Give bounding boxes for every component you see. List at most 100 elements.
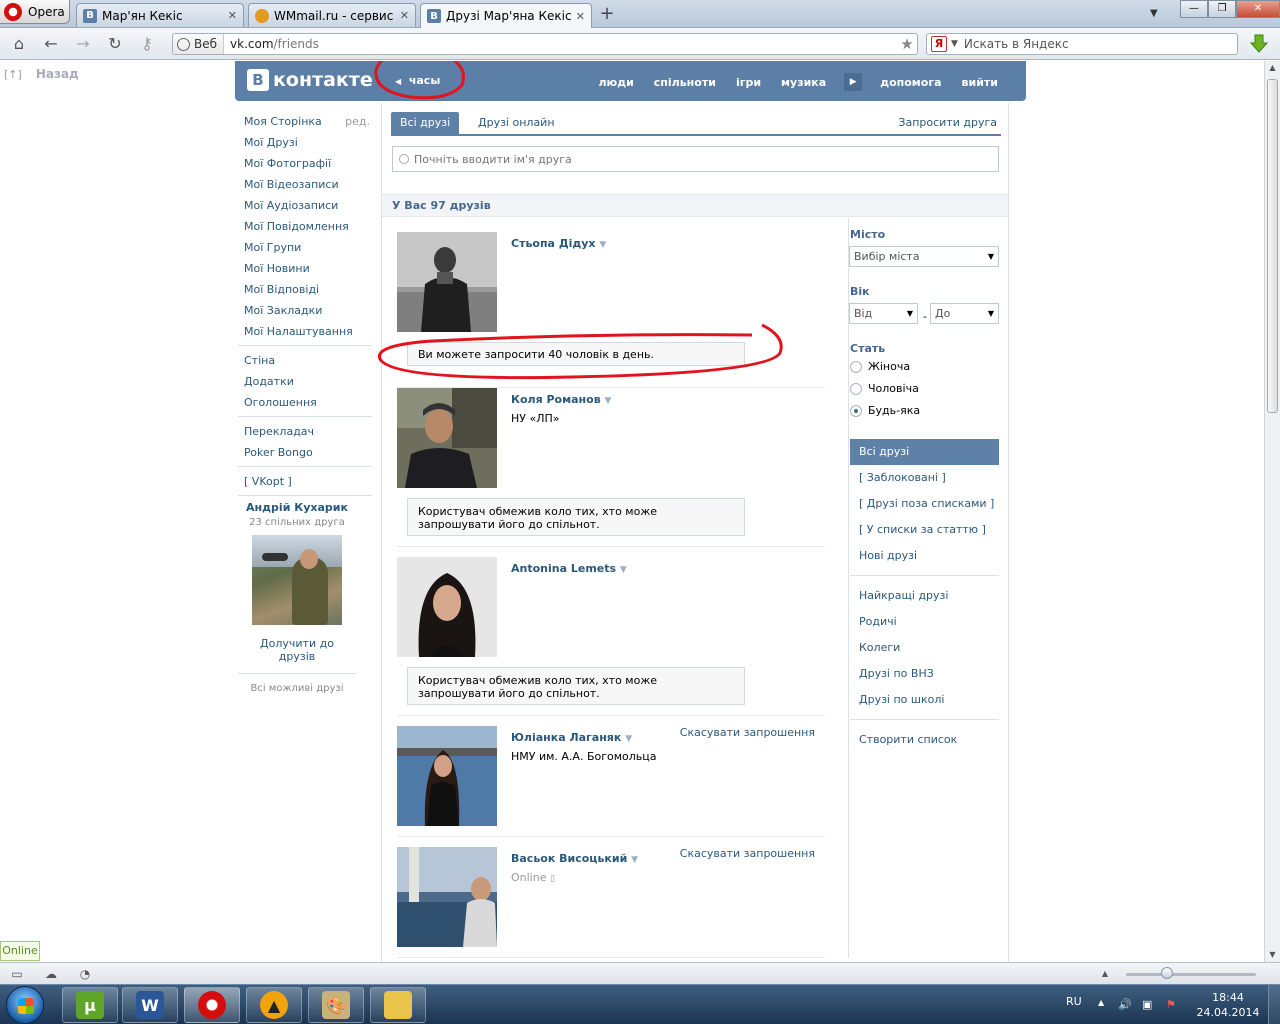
opera-menu-button[interactable]: Opera	[0, 0, 70, 24]
reload-icon[interactable]: ↻	[104, 34, 126, 54]
nav-communities[interactable]: спільноти	[644, 76, 726, 89]
menu-my-messages[interactable]: Мої Повідомлення	[244, 216, 370, 237]
menu-my-videos[interactable]: Мої Відеозаписи	[244, 174, 370, 195]
radio-button[interactable]	[850, 382, 862, 395]
radio-button-selected[interactable]	[850, 404, 862, 417]
tab-close-icon[interactable]: ✕	[576, 10, 585, 23]
list-school[interactable]: Друзі по школі	[850, 687, 999, 713]
menu-my-settings[interactable]: Мої Налаштування	[244, 321, 370, 342]
menu-wall[interactable]: Стіна	[244, 350, 370, 371]
sex-radio-any[interactable]: Будь-яка	[850, 404, 920, 417]
forward-arrow-icon[interactable]: →	[72, 34, 94, 54]
create-list-link[interactable]: Створити список	[850, 727, 999, 753]
cancel-invitation-link[interactable]: Скасувати запрошення	[680, 726, 815, 739]
menu-ads[interactable]: Оголошення	[244, 392, 370, 413]
suggested-friend-name[interactable]: Андрій Кухарик	[244, 501, 350, 514]
friend-name[interactable]: Antonina Lemets ▼	[511, 562, 627, 575]
taskbar-aimp[interactable]: ▲	[246, 987, 302, 1023]
start-button[interactable]	[6, 986, 44, 1024]
back-link[interactable]: [↑] Назад	[4, 67, 79, 81]
url-text[interactable]: vk.com/friends	[224, 37, 897, 51]
list-university[interactable]: Друзі по ВНЗ	[850, 661, 999, 687]
tray-expand-icon[interactable]: ▲	[1098, 998, 1104, 1007]
panel-toggle-icon[interactable]: ▭	[10, 967, 24, 981]
suggested-friend-photo[interactable]	[252, 535, 342, 625]
key-icon[interactable]: ⚷	[136, 34, 158, 54]
friend-search-box[interactable]	[392, 146, 999, 172]
turbo-gauge-icon[interactable]: ◔	[78, 967, 92, 981]
menu-translator[interactable]: Перекладач	[244, 421, 370, 442]
sex-radio-female[interactable]: Жіноча	[850, 360, 910, 373]
taskbar-word[interactable]: W	[122, 987, 178, 1023]
cancel-invitation-link[interactable]: Скасувати запрошення	[680, 847, 815, 860]
browser-tab-3-active[interactable]: В Друзі Мар'яна Кекіса |... ✕	[420, 3, 592, 28]
menu-my-bookmarks[interactable]: Мої Закладки	[244, 300, 370, 321]
age-to-select[interactable]: До ▼	[930, 303, 999, 324]
friend-menu-chevron-icon[interactable]: ▼	[625, 734, 632, 744]
bookmark-star-icon[interactable]: ★	[897, 35, 917, 53]
language-indicator[interactable]: RU	[1066, 995, 1082, 1008]
browser-tab-1[interactable]: В Мар'ян Кекіс ✕	[76, 3, 244, 27]
menu-my-audio[interactable]: Мої Аудіозаписи	[244, 195, 370, 216]
nav-help[interactable]: допомога	[870, 76, 951, 89]
tab-list-chevron-icon[interactable]: ▼	[1150, 8, 1158, 19]
list-colleagues[interactable]: Колеги	[850, 635, 999, 661]
opera-unite-cloud-icon[interactable]: ☁	[44, 967, 58, 981]
minimize-icon[interactable]: —	[1180, 0, 1208, 18]
menu-my-replies[interactable]: Мої Відповіді	[244, 279, 370, 300]
friend-avatar[interactable]	[397, 847, 497, 947]
taskbar-clock[interactable]: 18:44 24.04.2014	[1196, 990, 1260, 1020]
zoom-slider-track[interactable]	[1126, 973, 1256, 976]
tab-close-icon[interactable]: ✕	[400, 9, 409, 22]
city-select[interactable]: Вибір міста ▼	[849, 246, 999, 267]
music-play-icon[interactable]: ▶	[844, 73, 863, 91]
zoom-menu-icon[interactable]: ▲	[1098, 967, 1112, 981]
list-new-friends[interactable]: Нові друзі	[850, 543, 999, 569]
scroll-up-icon[interactable]: ▲	[1265, 61, 1280, 75]
nav-games[interactable]: ігри	[726, 76, 771, 89]
menu-my-news[interactable]: Мої Новини	[244, 258, 370, 279]
show-desktop-button[interactable]	[1268, 985, 1280, 1024]
all-possible-friends-link[interactable]: Всі можливі друзі	[244, 683, 350, 694]
taskbar-paint[interactable]: 🎨	[308, 987, 364, 1023]
friend-name[interactable]: Стьопа Дідух ▼	[511, 237, 606, 250]
list-all-friends[interactable]: Всі друзі	[850, 439, 999, 465]
menu-edit-link[interactable]: ред.	[345, 111, 370, 132]
friend-name[interactable]: Коля Романов ▼	[511, 393, 611, 406]
mutual-friends-count[interactable]: 23 спільних друга	[244, 517, 350, 528]
download-arrow-icon[interactable]	[1250, 34, 1268, 54]
friend-avatar[interactable]	[397, 726, 497, 826]
volume-icon[interactable]: 🔊	[1118, 998, 1132, 1011]
nav-logout[interactable]: вийти	[952, 76, 1008, 89]
close-window-icon[interactable]: ✕	[1236, 0, 1280, 18]
menu-my-photos[interactable]: Мої Фотографії	[244, 153, 370, 174]
friend-avatar[interactable]	[397, 232, 497, 332]
address-field[interactable]: Веб vk.com/friends ★	[172, 33, 918, 55]
tab-close-icon[interactable]: ✕	[228, 9, 237, 22]
action-center-flag-icon[interactable]: ⚑	[1166, 998, 1176, 1011]
friend-name[interactable]: Васьок Висоцький ▼	[511, 852, 638, 865]
friend-menu-chevron-icon[interactable]: ▼	[605, 396, 612, 406]
taskbar-explorer[interactable]	[370, 987, 426, 1023]
add-to-friends-link[interactable]: Долучити до друзів	[244, 637, 350, 663]
age-from-select[interactable]: Від ▼	[849, 303, 918, 324]
invite-friend-link[interactable]: Запросити друга	[898, 112, 997, 134]
menu-my-page[interactable]: Моя Сторінка ред.	[244, 111, 370, 132]
tab-all-friends[interactable]: Всі друзі	[391, 112, 460, 134]
page-scrollbar[interactable]: ▲ ▼	[1264, 61, 1280, 962]
taskbar-utorrent[interactable]: µ	[62, 987, 118, 1023]
friend-menu-chevron-icon[interactable]: ▼	[631, 855, 638, 865]
menu-apps[interactable]: Додатки	[244, 371, 370, 392]
back-arrow-icon[interactable]: ←	[40, 34, 62, 54]
friend-menu-chevron-icon[interactable]: ▼	[599, 240, 606, 250]
friend-search-input[interactable]	[414, 152, 974, 166]
search-engine-field[interactable]: Я ▼ Искать в Яндекс	[926, 33, 1238, 55]
menu-vkopt[interactable]: [ VKopt ]	[244, 471, 370, 492]
tab-friends-online[interactable]: Друзі онлайн	[469, 112, 564, 134]
nav-people[interactable]: люди	[588, 76, 643, 89]
menu-poker-bongo[interactable]: Poker Bongo	[244, 442, 370, 463]
web-badge[interactable]: Веб	[173, 34, 225, 54]
menu-my-friends[interactable]: Мої Друзі	[244, 132, 370, 153]
new-tab-plus-icon[interactable]: +	[598, 5, 616, 24]
sex-radio-male[interactable]: Чоловіча	[850, 382, 919, 395]
